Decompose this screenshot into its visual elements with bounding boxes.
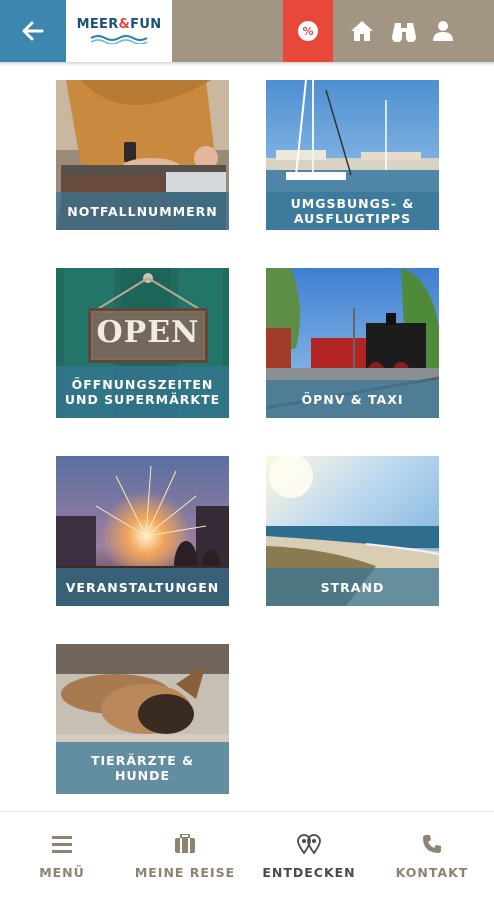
nav-entdecken[interactable]: ENTDECKEN bbox=[258, 812, 360, 900]
nav-label: KONTAKT bbox=[395, 865, 469, 880]
app-logo[interactable]: MEER&FUN bbox=[66, 0, 172, 62]
tile-tieraerzte-hunde[interactable]: TIERÄRZTE & HUNDE bbox=[56, 644, 229, 794]
tile-label: ÖFFNUNGSZEITEN UND SUPERMÄRKTE bbox=[56, 366, 229, 418]
tile-notfallnummern[interactable]: NOTFALLNUMMERN bbox=[56, 80, 229, 230]
suitcase-icon bbox=[175, 834, 195, 853]
tile-veranstaltungen[interactable]: VERANSTALTUNGEN bbox=[56, 456, 229, 606]
logo-wordmark: MEER&FUN bbox=[76, 17, 162, 32]
tile-label: TIERÄRZTE & HUNDE bbox=[56, 742, 229, 794]
nav-menu[interactable]: MENÜ bbox=[30, 812, 94, 900]
tile-label: ÖPNV & TAXI bbox=[266, 380, 439, 418]
menu-icon bbox=[52, 836, 72, 853]
tile-strand[interactable]: STRAND bbox=[266, 456, 439, 606]
promo-button[interactable]: % bbox=[283, 0, 333, 62]
nav-kontakt[interactable]: KONTAKT bbox=[390, 812, 474, 900]
phone-icon bbox=[423, 835, 441, 853]
tile-label: STRAND bbox=[266, 568, 439, 606]
tile-oeffnungszeiten[interactable]: OPEN ÖFFNUNGSZEITEN UND SUPERMÄRKTE bbox=[56, 268, 229, 418]
back-button[interactable] bbox=[0, 0, 66, 62]
home-icon bbox=[351, 21, 373, 41]
tile-label: VERANSTALTUNGEN bbox=[56, 568, 229, 606]
tile-label: NOTFALLNUMMERN bbox=[56, 192, 229, 230]
percent-icon: % bbox=[298, 21, 318, 41]
home-button[interactable] bbox=[348, 17, 376, 45]
tile-umgebungs-ausflugtipps[interactable]: UMGSBUNGS- & AUSFLUGTIPPS bbox=[266, 80, 439, 230]
nav-label: MENÜ bbox=[39, 865, 85, 880]
open-sign-text: OPEN bbox=[96, 315, 200, 350]
top-bar-shadow bbox=[0, 62, 494, 66]
nav-label: MEINE REISE bbox=[134, 865, 236, 880]
nav-meine-reise[interactable]: MEINE REISE bbox=[130, 812, 240, 900]
tile-label: UMGSBUNGS- & AUSFLUGTIPPS bbox=[266, 192, 439, 230]
tile-oepnv-taxi[interactable]: ÖPNV & TAXI bbox=[266, 268, 439, 418]
nav-label: ENTDECKEN bbox=[262, 865, 356, 880]
profile-button[interactable] bbox=[429, 17, 457, 45]
logo-waves-icon bbox=[90, 35, 148, 44]
discover-button[interactable] bbox=[390, 17, 418, 45]
bottom-nav: MENÜ MEINE REISE ENTDECKEN KONTAKT bbox=[0, 812, 494, 900]
binoculars-icon bbox=[391, 23, 417, 42]
user-icon bbox=[433, 21, 453, 41]
back-arrow-icon bbox=[22, 21, 44, 41]
map-pins-icon bbox=[297, 834, 321, 855]
